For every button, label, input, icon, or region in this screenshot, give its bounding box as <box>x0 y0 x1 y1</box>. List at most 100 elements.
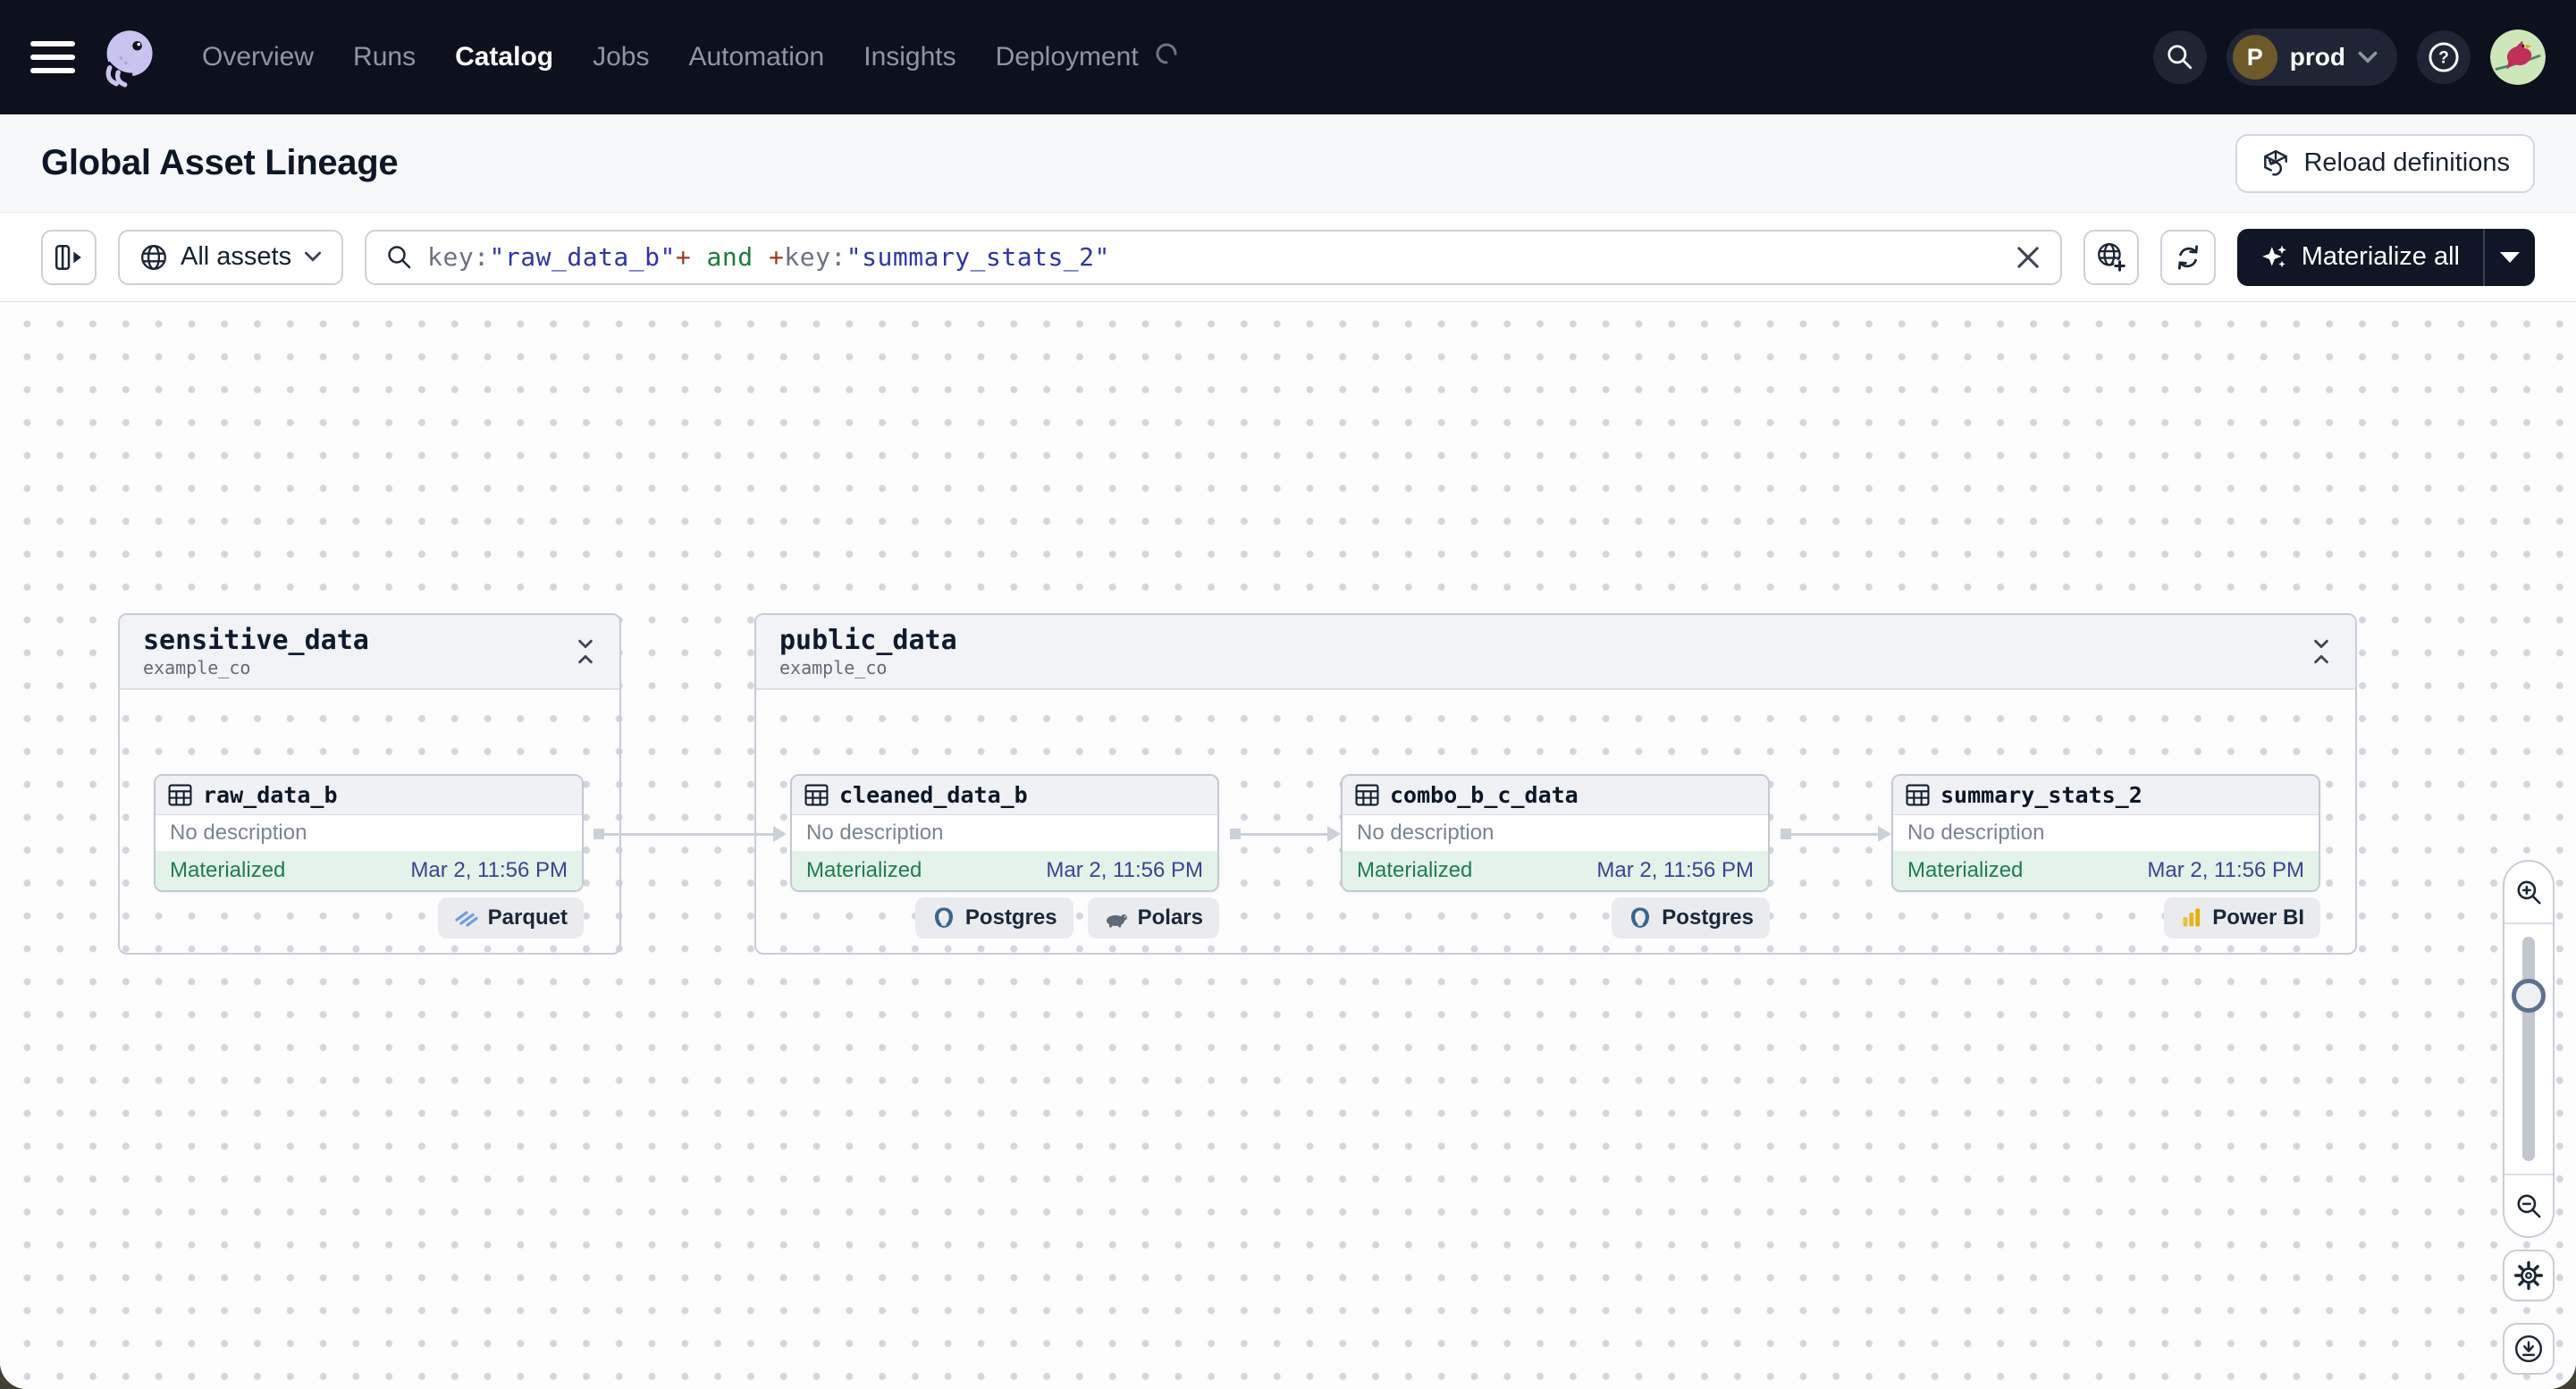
query-token: key: <box>784 242 846 272</box>
group-header-sensitive-data[interactable]: sensitive_data example_co <box>120 615 619 690</box>
asset-tags-cleaned-data-b: Postgres Polars <box>914 897 1219 939</box>
asset-node-header: raw_data_b <box>156 776 582 815</box>
zoom-in-button[interactable] <box>2504 862 2553 924</box>
download-icon <box>2514 1334 2543 1363</box>
asset-node-combo-b-c-data[interactable]: combo_b_c_data No description Materializ… <box>1341 774 1770 892</box>
collapse-group-icon[interactable] <box>575 637 596 666</box>
loading-spinner-icon <box>1155 42 1178 72</box>
asset-status-strip: Materialized Mar 2, 11:56 PM <box>792 851 1217 890</box>
materialization-status: Materialized <box>170 858 286 882</box>
zoom-slider-thumb[interactable] <box>2512 979 2546 1013</box>
nav-item-runs[interactable]: Runs <box>353 42 416 72</box>
deployment-switcher[interactable]: P prod <box>2226 29 2397 86</box>
help-button[interactable]: ? <box>2417 30 2471 84</box>
asset-node-raw-data-b[interactable]: raw_data_b No description Materialized M… <box>154 774 584 892</box>
lineage-edge <box>593 826 787 842</box>
lineage-edge <box>1230 826 1341 842</box>
group-name: public_data <box>779 625 957 656</box>
query-token: key: <box>427 242 490 272</box>
group-name: sensitive_data <box>143 625 369 656</box>
materialize-options-dropdown[interactable] <box>2485 229 2535 286</box>
query-token: "raw_data_b" <box>489 242 676 272</box>
deployment-avatar: P <box>2232 35 2277 80</box>
asset-description: No description <box>1907 821 2045 845</box>
zoom-out-button[interactable] <box>2504 1174 2553 1236</box>
polars-icon <box>1106 914 1127 928</box>
nav-item-automation[interactable]: Automation <box>688 42 824 72</box>
nav-item-catalog[interactable]: Catalog <box>455 42 553 72</box>
materialize-all-button[interactable]: Materialize all <box>2237 229 2483 286</box>
asset-scope-label: All assets <box>181 242 292 271</box>
asset-scope-selector[interactable]: All assets <box>118 229 344 285</box>
lineage-edge <box>1780 826 1891 842</box>
materialization-status: Materialized <box>1357 858 1473 882</box>
user-avatar[interactable] <box>2490 29 2546 85</box>
nav-item-overview[interactable]: Overview <box>202 42 314 72</box>
chevron-down-icon <box>2358 51 2378 63</box>
tag-parquet[interactable]: Parquet <box>437 897 584 939</box>
graph-settings-button[interactable] <box>2503 1250 2555 1301</box>
refresh-graph-button[interactable] <box>2159 229 2216 285</box>
collapse-group-icon[interactable] <box>2311 637 2332 666</box>
asset-tags-combo-b-c-data: Postgres <box>1612 897 1770 939</box>
asset-description: No description <box>806 821 944 845</box>
download-graph-button[interactable] <box>2503 1323 2555 1375</box>
tag-postgres[interactable]: Postgres <box>1612 897 1770 939</box>
deployment-name: prod <box>2289 43 2345 71</box>
tag-label: Postgres <box>1662 905 1754 930</box>
tag-polars[interactable]: Polars <box>1087 897 1219 939</box>
postgres-icon <box>1631 907 1650 928</box>
zoom-slider-track[interactable] <box>2522 937 2535 1161</box>
global-search-button[interactable] <box>2152 30 2207 84</box>
asset-node-header: cleaned_data_b <box>792 776 1217 815</box>
materialization-timestamp: Mar 2, 11:56 PM <box>1046 858 1203 882</box>
tag-power-bi[interactable]: Power BI <box>2164 897 2320 939</box>
top-nav-bar: Overview Runs Catalog Jobs Automation In… <box>0 0 2576 114</box>
materialization-timestamp: Mar 2, 11:56 PM <box>1596 858 1754 882</box>
table-asset-icon <box>1906 784 1930 806</box>
nav-item-deployment[interactable]: Deployment <box>996 42 1139 72</box>
app-window: Overview Runs Catalog Jobs Automation In… <box>0 0 2576 1389</box>
asset-status-strip: Materialized Mar 2, 11:56 PM <box>1343 851 1768 890</box>
code-location-reload-icon <box>2264 149 2288 176</box>
asset-description: No description <box>1357 821 1494 845</box>
lineage-canvas: sensitive_data example_co public_data ex… <box>0 302 2576 1389</box>
query-token: and <box>691 242 769 272</box>
asset-tags-raw-data-b: Parquet <box>437 897 584 939</box>
zoom-control <box>2503 860 2555 1238</box>
nav-item-jobs[interactable]: Jobs <box>593 42 649 72</box>
query-token: + <box>769 242 785 272</box>
asset-name: combo_b_c_data <box>1390 782 1578 808</box>
parquet-icon <box>455 911 478 927</box>
asset-status-strip: Materialized Mar 2, 11:56 PM <box>156 851 582 890</box>
fetch-external-assets-button[interactable] <box>2083 229 2139 285</box>
sparkles-icon <box>2261 245 2286 267</box>
tag-label: Postgres <box>964 905 1057 930</box>
powerbi-icon <box>2183 908 2201 927</box>
globe-icon <box>141 244 166 270</box>
asset-node-summary-stats-2[interactable]: summary_stats_2 No description Materiali… <box>1891 774 2320 892</box>
clear-filter-icon[interactable] <box>2016 245 2041 270</box>
zoom-slider[interactable] <box>2504 924 2553 1174</box>
dagster-logo-icon[interactable] <box>98 27 159 88</box>
hamburger-menu-icon[interactable] <box>30 41 75 73</box>
asset-node-cleaned-data-b[interactable]: cleaned_data_b No description Materializ… <box>790 774 1219 892</box>
zoom-out-icon <box>2517 1194 2541 1218</box>
asset-name: cleaned_data_b <box>839 782 1028 808</box>
globe-plus-icon <box>2097 242 2126 272</box>
asset-node-header: combo_b_c_data <box>1343 776 1768 815</box>
gear-icon <box>2513 1260 2544 1291</box>
group-header-public-data[interactable]: public_data example_co <box>756 615 2355 690</box>
nav-item-insights[interactable]: Insights <box>863 42 955 72</box>
asset-filter-input[interactable]: key:"raw_data_b"+ and +key:"summary_stat… <box>365 229 2062 285</box>
asset-node-header: summary_stats_2 <box>1893 776 2319 815</box>
table-asset-icon <box>168 784 192 806</box>
reload-definitions-button[interactable]: Reload definitions <box>2235 133 2535 193</box>
refresh-icon <box>2177 244 2198 270</box>
open-sidebar-button[interactable] <box>41 229 97 285</box>
query-token: "summary_stats_2" <box>846 242 1110 272</box>
chevron-down-icon <box>305 251 322 262</box>
asset-description: No description <box>170 821 307 845</box>
group-code-location: example_co <box>143 657 251 678</box>
tag-postgres[interactable]: Postgres <box>914 897 1073 939</box>
